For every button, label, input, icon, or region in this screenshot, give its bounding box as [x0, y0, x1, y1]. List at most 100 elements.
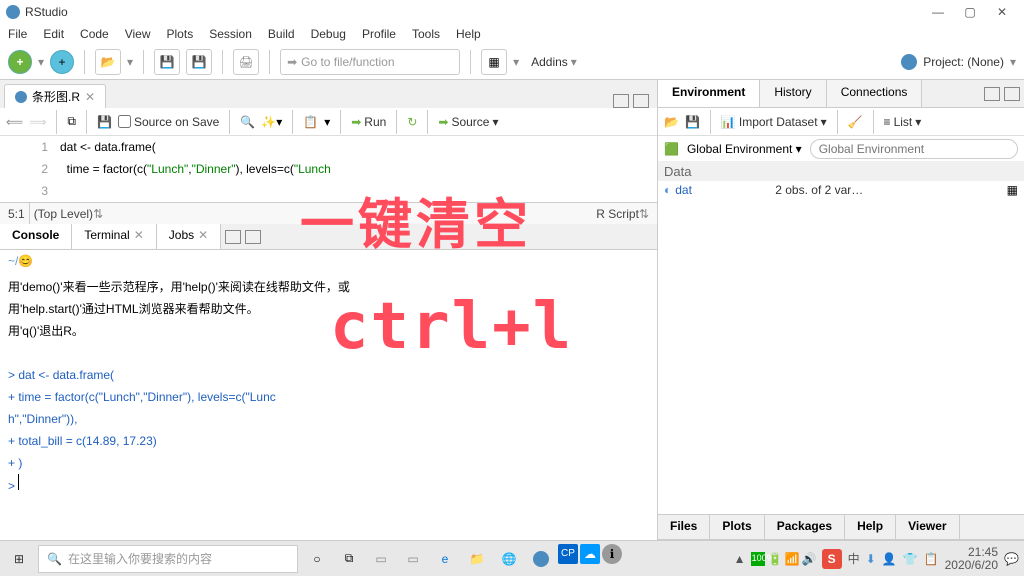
tab-environment[interactable]: Environment: [658, 80, 760, 107]
maximize-button[interactable]: ▢: [954, 5, 986, 19]
menu-profile[interactable]: Profile: [362, 27, 396, 41]
view-table-icon[interactable]: ▦: [1007, 183, 1018, 197]
taskbar-app[interactable]: ▭: [366, 544, 396, 574]
r-file-icon: [15, 91, 27, 103]
tray-icon[interactable]: 👤: [882, 552, 897, 566]
tab-console[interactable]: Console: [0, 224, 72, 249]
tab-files[interactable]: Files: [658, 515, 710, 539]
tray-icon[interactable]: 👕: [903, 552, 918, 566]
notifications-icon[interactable]: 💬: [1004, 552, 1020, 566]
save-button[interactable]: 💾: [154, 49, 180, 75]
close-button[interactable]: ✕: [986, 5, 1018, 19]
cortana-icon[interactable]: ○: [302, 544, 332, 574]
expand-icon[interactable]: ◐: [664, 183, 671, 197]
addins-dropdown[interactable]: Addins ▾: [525, 53, 583, 71]
menu-view[interactable]: View: [125, 27, 151, 41]
minimize-pane-icon[interactable]: [225, 230, 241, 244]
ime-label[interactable]: 中: [848, 550, 860, 567]
clock-date[interactable]: 2020/6/20: [945, 559, 998, 572]
tab-help[interactable]: Help: [845, 515, 896, 539]
save-all-button[interactable]: 💾: [186, 49, 212, 75]
run-button[interactable]: ➡Run: [351, 115, 386, 129]
maximize-pane-icon[interactable]: [1004, 87, 1020, 101]
print-button[interactable]: 🖨: [233, 49, 259, 75]
minimize-button[interactable]: —: [922, 5, 954, 19]
tab-close-icon[interactable]: ✕: [85, 90, 95, 104]
task-view-icon[interactable]: ⧉: [334, 544, 364, 574]
tab-jobs[interactable]: Jobs✕: [157, 224, 221, 249]
source-button[interactable]: ➡Source ▾: [438, 115, 498, 129]
menu-debug[interactable]: Debug: [311, 27, 346, 41]
source-tab[interactable]: 条形图.R ✕: [4, 84, 106, 108]
env-section-header: Data: [658, 162, 1024, 181]
clear-workspace-icon[interactable]: 🧹: [848, 115, 863, 129]
chrome-icon[interactable]: 🌐: [494, 544, 524, 574]
new-file-button[interactable]: +: [8, 50, 32, 74]
new-project-button[interactable]: +: [50, 50, 74, 74]
env-search-input[interactable]: [810, 139, 1018, 159]
maximize-pane-icon[interactable]: [245, 230, 261, 244]
menu-tools[interactable]: Tools: [412, 27, 440, 41]
wifi-icon[interactable]: 📶: [785, 552, 799, 566]
explorer-icon[interactable]: 📁: [462, 544, 492, 574]
ime-icon[interactable]: S: [822, 549, 842, 569]
tools-button[interactable]: ▦: [481, 49, 507, 75]
tab-viewer[interactable]: Viewer: [896, 515, 959, 539]
tray-icon[interactable]: ▲: [734, 552, 748, 566]
code-text[interactable]: dat <- data.frame( time = factor(c("Lunc…: [60, 136, 657, 202]
menu-file[interactable]: File: [8, 27, 27, 41]
minimize-pane-icon[interactable]: [984, 87, 1000, 101]
scope-selector[interactable]: (Top Level): [34, 207, 93, 221]
menu-edit[interactable]: Edit: [43, 27, 64, 41]
load-workspace-icon[interactable]: 📂: [664, 115, 679, 129]
menu-session[interactable]: Session: [209, 27, 252, 41]
source-tabs: 条形图.R ✕: [0, 80, 657, 108]
wand-icon[interactable]: ✨▾: [261, 115, 282, 129]
rstudio-taskbar-icon[interactable]: [526, 544, 556, 574]
taskbar-app[interactable]: CP: [558, 544, 578, 564]
menu-build[interactable]: Build: [268, 27, 295, 41]
tray-icon[interactable]: 📋: [924, 552, 939, 566]
source-on-save-checkbox[interactable]: Source on Save: [118, 115, 219, 129]
env-variable-row[interactable]: ◐ dat 2 obs. of 2 var… ▦: [658, 181, 1024, 199]
tab-history[interactable]: History: [760, 80, 826, 107]
edge-icon[interactable]: e: [430, 544, 460, 574]
volume-icon[interactable]: 🔊: [802, 552, 816, 566]
view-list-dropdown[interactable]: ≡ List ▾: [884, 115, 922, 129]
open-file-button[interactable]: 📂: [95, 49, 121, 75]
clock-time[interactable]: 21:45: [945, 546, 998, 559]
file-type[interactable]: R Script: [596, 207, 639, 221]
battery-icon[interactable]: 100%: [751, 552, 765, 566]
menu-help[interactable]: Help: [456, 27, 481, 41]
console-output[interactable]: 用'demo()'来看一些示范程序，用'help()'来阅读在线帮助文件，或 用…: [0, 272, 657, 540]
import-dataset-dropdown[interactable]: 📊Import Dataset ▾: [721, 115, 827, 129]
taskbar-search[interactable]: 🔍 在这里输入你要搜索的内容: [38, 545, 298, 573]
tab-connections[interactable]: Connections: [827, 80, 923, 107]
save-workspace-icon[interactable]: 💾: [685, 115, 700, 129]
project-selector[interactable]: Project: (None) ▾: [901, 54, 1016, 70]
tab-packages[interactable]: Packages: [765, 515, 845, 539]
rerun-icon[interactable]: ↻: [407, 115, 417, 129]
tray-icon[interactable]: 🔋: [768, 552, 782, 566]
maximize-pane-icon[interactable]: [633, 94, 649, 108]
env-scope-dropdown[interactable]: Global Environment ▾: [687, 142, 802, 156]
start-button[interactable]: ⊞: [4, 544, 34, 574]
save-icon[interactable]: 💾: [97, 115, 112, 129]
show-in-new-window-icon[interactable]: ⧉: [67, 114, 76, 129]
tab-plots[interactable]: Plots: [710, 515, 764, 539]
tray-icon[interactable]: ⬇: [866, 552, 876, 566]
minimize-pane-icon[interactable]: [613, 94, 629, 108]
tab-terminal[interactable]: Terminal✕: [72, 224, 156, 249]
taskbar-app[interactable]: ℹ: [602, 544, 622, 564]
taskbar-app[interactable]: ▭: [398, 544, 428, 574]
back-button[interactable]: ⟸: [6, 115, 23, 129]
goto-file-input[interactable]: ➡ Go to file/function: [280, 49, 460, 75]
code-editor[interactable]: 1 2 3 dat <- data.frame( time = factor(c…: [0, 136, 657, 202]
notebook-icon[interactable]: 📋: [303, 115, 318, 129]
taskbar-app[interactable]: ☁: [580, 544, 600, 564]
console-tabs: Console Terminal✕ Jobs✕: [0, 224, 657, 250]
menu-code[interactable]: Code: [80, 27, 109, 41]
forward-button[interactable]: ⟹: [29, 115, 46, 129]
find-icon[interactable]: 🔍: [240, 115, 255, 129]
menu-plots[interactable]: Plots: [167, 27, 194, 41]
